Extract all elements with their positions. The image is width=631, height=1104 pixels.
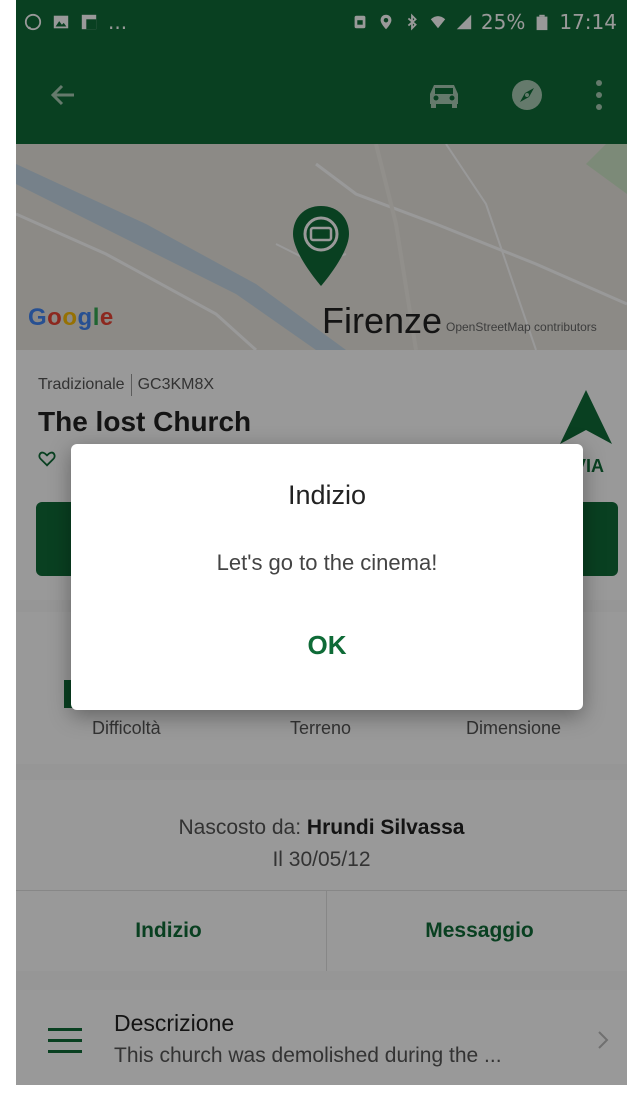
dialog-title: Indizio <box>287 480 367 510</box>
hint-dialog: Indizio Let's go to the cinema! OK <box>71 444 583 710</box>
app-frame: ... 25% 17:14 Google Firenze OpenStreetM… <box>16 0 627 1085</box>
dialog-message: Let's go to the cinema! <box>216 550 438 575</box>
dialog-ok-button[interactable]: OK <box>287 616 367 674</box>
